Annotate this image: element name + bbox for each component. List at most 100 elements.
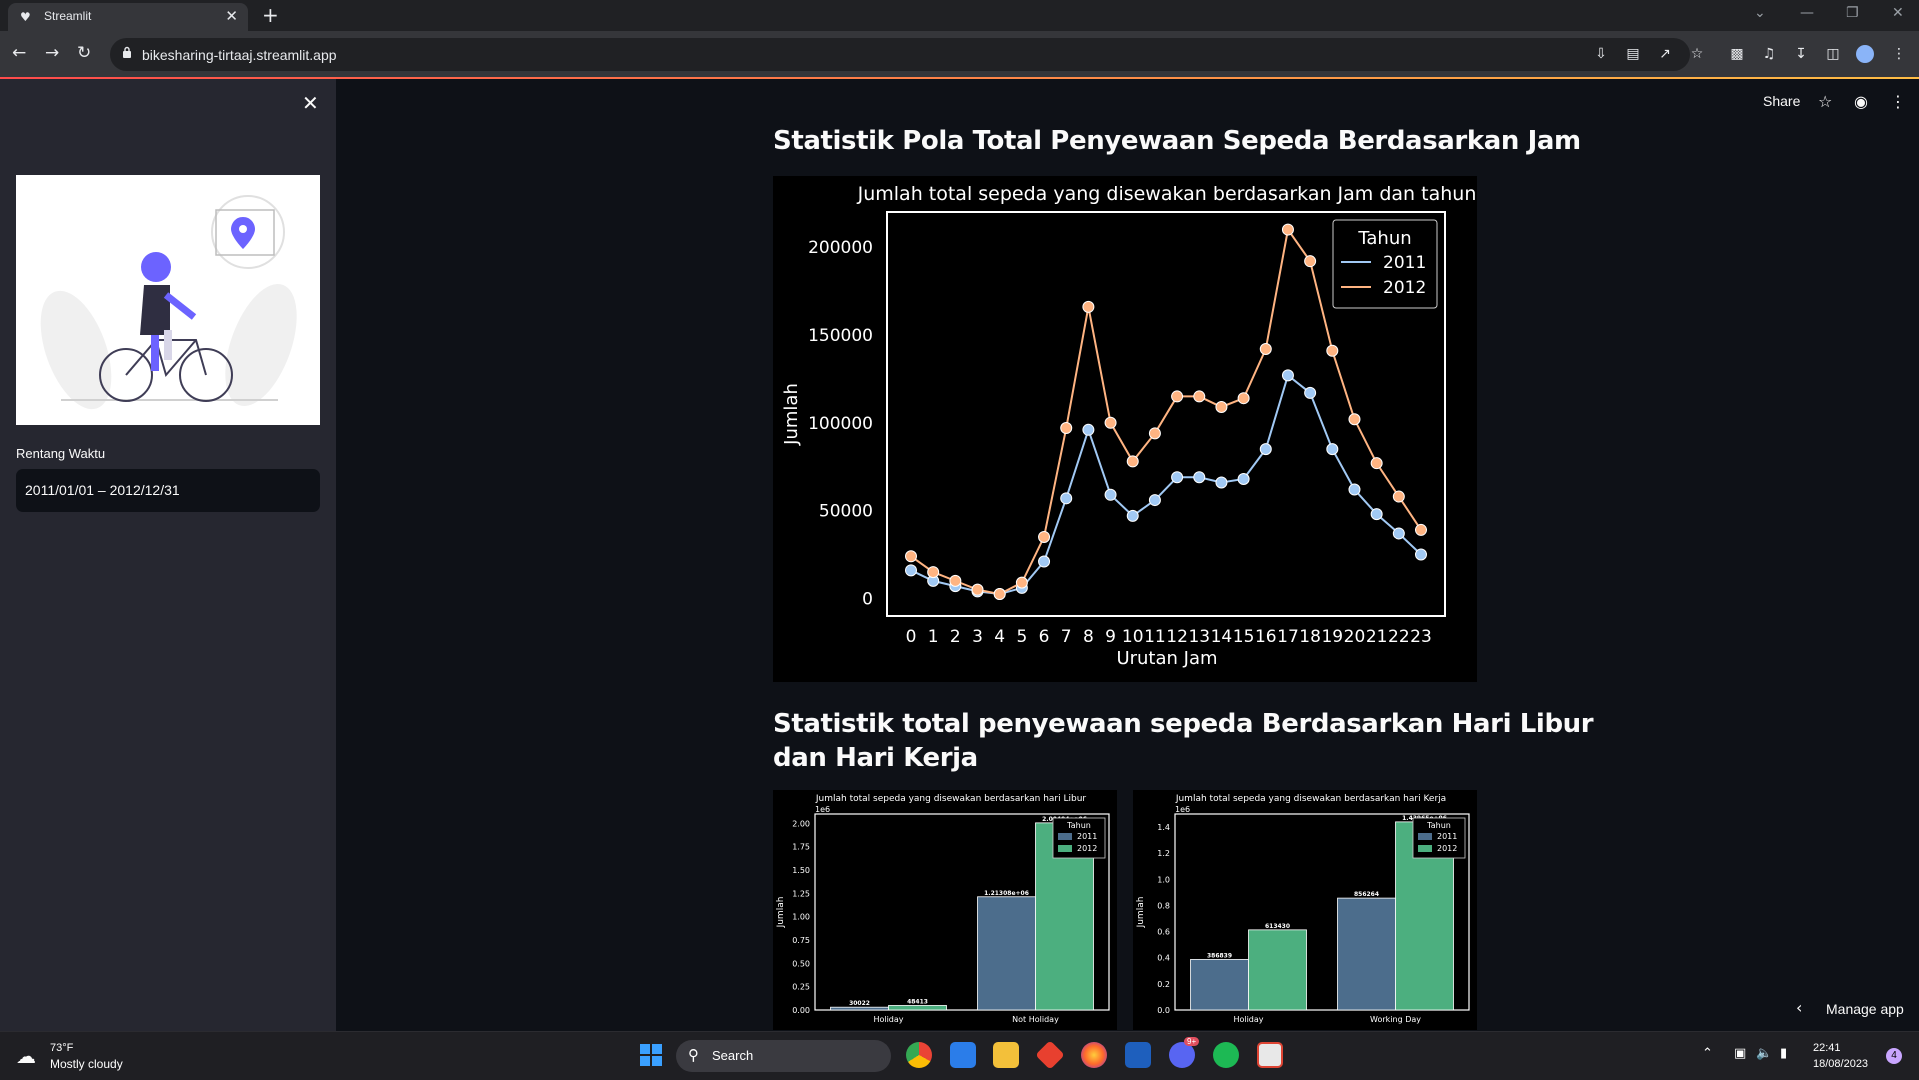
chrome-icon[interactable] (906, 1042, 932, 1068)
y-tick-label: 1.75 (792, 843, 810, 852)
notification-count[interactable]: 4 (1886, 1048, 1902, 1064)
data-point-2012 (1171, 390, 1184, 403)
y-tick-label: 0.25 (792, 983, 810, 992)
data-point-2012 (1126, 455, 1139, 468)
clock-date[interactable]: 18/08/2023 (1813, 1058, 1868, 1070)
window-close-icon[interactable]: ✕ (1892, 5, 1904, 21)
x-tick-label: 17 (1277, 627, 1299, 647)
x-tick-label: 5 (1016, 627, 1027, 647)
bike-illustration (16, 175, 320, 425)
git-icon[interactable] (1035, 1040, 1065, 1070)
legend-swatch (1418, 833, 1432, 840)
restore-icon[interactable]: ❐ (1846, 5, 1859, 21)
bar-value-label: 1.21308e+06 (984, 890, 1029, 897)
reload-icon[interactable]: ↻ (77, 43, 91, 63)
x-tick-label: 0 (906, 627, 917, 647)
taskbar-search[interactable]: ⚲ Search (676, 1040, 891, 1072)
data-point-2011 (1370, 508, 1383, 521)
spotify-icon[interactable] (1213, 1042, 1239, 1068)
sidebar: ✕ Rentang Waktu 2011/01/01 – 2012/12/31 (0, 79, 336, 1031)
bar-2011 (977, 896, 1036, 1011)
x-tick-label: Working Day (1370, 1015, 1421, 1024)
browser-menu-icon[interactable]: ⋮ (1890, 45, 1908, 63)
y-tick-label: 100000 (808, 414, 873, 434)
data-point-2011 (1237, 472, 1250, 485)
windows-start-icon[interactable] (638, 1042, 664, 1068)
legend-label: 2011 (1437, 832, 1457, 841)
x-tick-label: 6 (1039, 627, 1050, 647)
weather-description[interactable]: Mostly cloudy (50, 1057, 123, 1071)
app-menu-icon[interactable]: ⋮ (1890, 92, 1906, 111)
file-explorer-icon[interactable] (993, 1042, 1019, 1068)
media-icon[interactable]: ♫ (1760, 45, 1778, 63)
download-icon[interactable]: ↧ (1792, 45, 1810, 63)
daytype-section-title-line2: dan Hari Kerja (773, 743, 978, 773)
data-point-2012 (1104, 416, 1117, 429)
close-sidebar-icon[interactable]: ✕ (302, 91, 319, 115)
data-point-2011 (905, 564, 917, 577)
clock-time[interactable]: 22:41 (1813, 1042, 1841, 1054)
bar-value-label: 856264 (1354, 891, 1379, 898)
data-point-2012 (1215, 400, 1228, 413)
data-point-2011 (1148, 494, 1161, 507)
discord-badge: 9+ (1184, 1037, 1200, 1046)
y-tick-label: 0.50 (792, 959, 810, 968)
sticky-notes-icon[interactable] (950, 1042, 976, 1068)
battery-icon[interactable]: ▮ (1780, 1046, 1787, 1061)
snipping-tool-icon[interactable] (1257, 1042, 1283, 1068)
bar-2012 (888, 1005, 947, 1011)
install-icon[interactable]: ⇩ (1592, 45, 1610, 63)
translate-icon[interactable]: ▤ (1624, 45, 1642, 63)
x-tick-label: Holiday (1233, 1015, 1263, 1024)
data-point-2012 (971, 583, 984, 596)
x-tick-label: Holiday (873, 1015, 903, 1024)
bookmark-star-icon[interactable]: ☆ (1688, 45, 1706, 63)
display-icon[interactable]: ▣ (1734, 1046, 1746, 1061)
cloud-icon[interactable]: ☁ (16, 1044, 36, 1068)
url-text: bikesharing-tirtaaj.streamlit.app (142, 47, 337, 63)
profile-avatar[interactable] (1856, 45, 1874, 63)
back-icon[interactable]: ← (12, 43, 26, 63)
lock-icon (123, 46, 131, 58)
manage-app-button[interactable]: Manage app (1826, 1001, 1904, 1017)
star-icon[interactable]: ☆ (1818, 92, 1832, 111)
data-point-2011 (1171, 471, 1184, 484)
extensions-icon[interactable]: ▩ (1728, 45, 1746, 63)
data-point-2011 (1082, 423, 1095, 436)
x-tick-label: 9 (1105, 627, 1116, 647)
word-icon[interactable] (1125, 1042, 1151, 1068)
data-point-2011 (1326, 443, 1339, 456)
data-point-2012 (927, 566, 940, 579)
tab-search-icon[interactable]: ⌄ (1754, 5, 1766, 21)
github-icon[interactable]: ◉ (1854, 92, 1868, 111)
data-point-2011 (1415, 548, 1427, 561)
close-tab-icon[interactable]: ✕ (225, 7, 238, 25)
side-panel-icon[interactable]: ◫ (1824, 45, 1842, 63)
volume-icon[interactable]: 🔈 (1756, 1046, 1772, 1061)
legend-swatch (1418, 845, 1432, 852)
y-tick-label: 1.00 (792, 913, 810, 922)
weather-temperature[interactable]: 73°F (50, 1042, 73, 1054)
data-point-2011 (1215, 476, 1228, 489)
browser-tab[interactable]: ♥ Streamlit ✕ (8, 3, 248, 31)
bar-value-label: 30022 (849, 1000, 870, 1007)
chevron-up-icon[interactable]: ⌃ (1702, 1046, 1713, 1061)
data-point-2012 (905, 550, 917, 563)
data-point-2012 (1281, 223, 1294, 236)
data-point-2012 (993, 588, 1006, 601)
share-button[interactable]: Share (1763, 93, 1800, 109)
browser-tab-strip: ♥ Streamlit ✕ + ⌄ — ❐ ✕ (0, 0, 1919, 31)
chevron-left-icon[interactable]: ‹ (1796, 998, 1802, 1017)
share-page-icon[interactable]: ↗ (1656, 45, 1674, 63)
y-axis-label: Jumlah (776, 897, 786, 929)
address-bar[interactable]: bikesharing-tirtaaj.streamlit.app (110, 38, 1690, 71)
minimize-icon[interactable]: — (1800, 5, 1814, 21)
x-tick-label: 16 (1255, 627, 1277, 647)
firefox-icon[interactable] (1081, 1042, 1107, 1068)
forward-icon[interactable]: → (45, 43, 59, 63)
legend-label: 2012 (1437, 844, 1457, 853)
date-range-input[interactable]: 2011/01/01 – 2012/12/31 (16, 469, 320, 512)
date-range-label: Rentang Waktu (16, 446, 106, 461)
new-tab-icon[interactable]: + (262, 3, 279, 27)
data-point-2011 (1348, 483, 1361, 496)
